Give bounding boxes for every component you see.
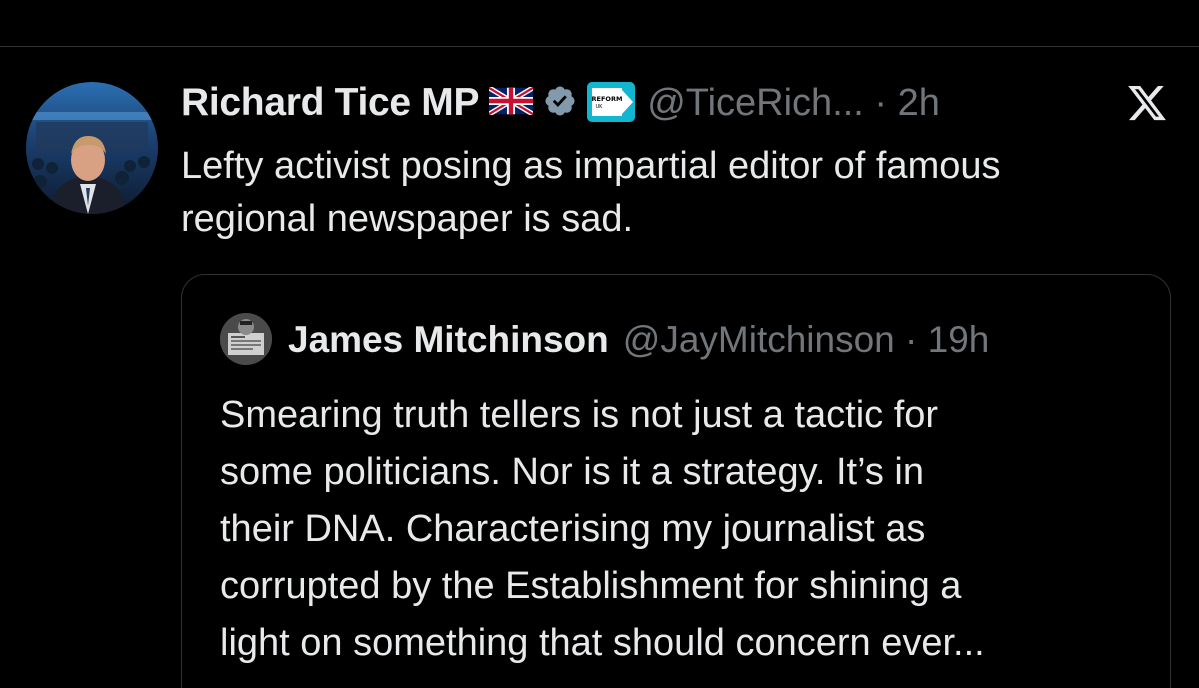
- quoted-tweet-header: James Mitchinson @JayMitchinson · 19h: [288, 315, 989, 365]
- bookmark-icon[interactable]: [1018, 0, 1058, 4]
- author-name[interactable]: Richard Tice MP: [181, 81, 480, 125]
- tweet-text: Lefty activist posing as impartial edito…: [181, 145, 1001, 240]
- reform-badge-line1: REFORM: [592, 95, 623, 103]
- like-icon[interactable]: [606, 0, 636, 4]
- quoted-author-avatar[interactable]: [220, 313, 272, 365]
- reform-badge-line2: UK: [596, 104, 604, 110]
- views-icon[interactable]: [820, 0, 854, 4]
- tweet-screen: Richard Tice MP REFORM UK @TiceRich... ·…: [0, 0, 1199, 688]
- repost-icon[interactable]: [395, 0, 425, 4]
- quoted-author-handle-time[interactable]: @JayMitchinson · 19h: [623, 319, 990, 361]
- tweet-header: Richard Tice MP REFORM UK @TiceRich... ·…: [181, 76, 940, 130]
- uk-flag-icon: [487, 85, 535, 120]
- share-icon[interactable]: [1140, 0, 1170, 4]
- verified-badge-icon[interactable]: [543, 84, 577, 123]
- quoted-author-name[interactable]: James Mitchinson: [288, 319, 609, 361]
- quoted-tweet-card[interactable]: James Mitchinson @JayMitchinson · 19h Sm…: [181, 274, 1171, 688]
- quoted-tweet-text: Smearing truth tellers is not just a tac…: [220, 394, 985, 664]
- tweet-divider: [0, 46, 1199, 47]
- x-logo-icon[interactable]: [1124, 82, 1170, 124]
- author-handle-time[interactable]: @TiceRich... · 2h: [647, 82, 940, 125]
- reform-uk-badge-icon[interactable]: REFORM UK: [587, 80, 636, 127]
- tweet-action-bar: [0, 0, 1199, 46]
- reply-icon[interactable]: [200, 0, 230, 4]
- author-avatar[interactable]: [26, 82, 158, 214]
